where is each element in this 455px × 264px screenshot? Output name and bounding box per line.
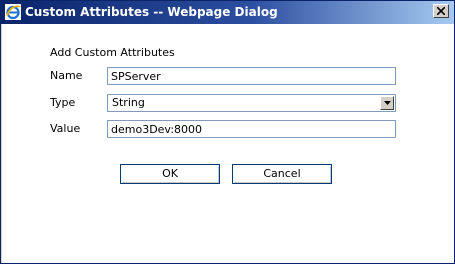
name-label: Name <box>50 69 83 82</box>
window-title: Custom Attributes -- Webpage Dialog <box>25 5 278 19</box>
ok-button[interactable]: OK <box>120 164 220 184</box>
title-bar[interactable]: Custom Attributes -- Webpage Dialog <box>1 1 454 24</box>
type-select-value: String <box>112 96 145 109</box>
value-field[interactable] <box>107 120 396 138</box>
cancel-button[interactable]: Cancel <box>232 164 332 184</box>
value-label: Value <box>50 122 81 135</box>
dropdown-button[interactable] <box>380 96 394 110</box>
dialog-window: Custom Attributes -- Webpage Dialog Add … <box>0 0 455 264</box>
type-label: Type <box>50 96 76 109</box>
close-button[interactable] <box>433 4 449 18</box>
name-field[interactable] <box>107 67 396 85</box>
form-heading: Add Custom Attributes <box>50 46 175 59</box>
close-icon <box>437 7 445 15</box>
chevron-down-icon <box>383 101 391 105</box>
type-select[interactable]: String <box>107 94 396 112</box>
ie-icon <box>5 4 21 20</box>
dialog-body: Add Custom Attributes Name Type String V… <box>1 24 454 263</box>
